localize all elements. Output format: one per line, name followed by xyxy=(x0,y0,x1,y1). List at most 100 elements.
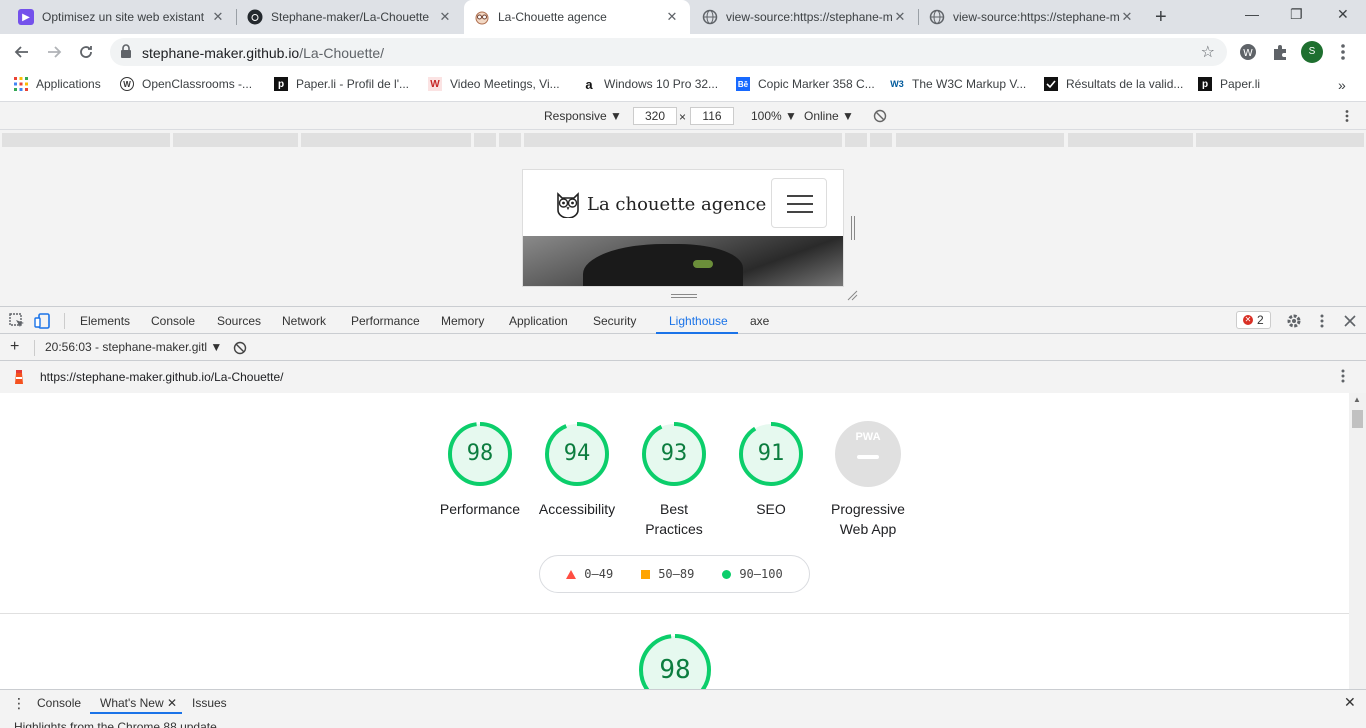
bookmark-item[interactable]: Bē Copic Marker 358 C... xyxy=(736,77,875,91)
score-gauge-performance[interactable]: 98 Performance xyxy=(432,421,528,519)
tab-memory[interactable]: Memory xyxy=(441,314,484,328)
bookmarks-bar: Applications W OpenClassrooms -... p Pap… xyxy=(0,70,1366,102)
rotate-disabled-icon[interactable] xyxy=(873,109,887,123)
pass-circle-icon xyxy=(722,569,732,579)
media-query-segment[interactable] xyxy=(1068,133,1193,147)
back-button[interactable] xyxy=(10,40,34,64)
report-menu-icon[interactable] xyxy=(1336,368,1350,384)
close-window-button[interactable]: ✕ xyxy=(1337,6,1349,23)
browser-tab-active[interactable]: La-Chouette agence ✕ xyxy=(464,0,690,34)
address-bar[interactable]: stephane-maker.github.io/La-Chouette/ ☆ xyxy=(110,38,1227,66)
close-tab-icon[interactable]: ✕ xyxy=(664,9,680,25)
performance-section-gauge[interactable]: 98 xyxy=(638,633,712,689)
forward-button[interactable] xyxy=(42,40,66,64)
viewport-corner-resize-handle[interactable] xyxy=(846,289,858,301)
new-tab-button[interactable]: + xyxy=(1155,6,1167,29)
browser-tab[interactable]: Stephane-maker/La-Chouette ✕ xyxy=(237,0,463,34)
network-throttle-select[interactable]: Online ▼ xyxy=(804,109,854,123)
media-query-segment[interactable] xyxy=(2,133,170,147)
drawer-tab-whats-new[interactable]: What's New ✕ xyxy=(100,696,177,710)
close-devtools-icon[interactable] xyxy=(1341,312,1359,330)
maximize-button[interactable]: ❐ xyxy=(1290,6,1303,23)
minimize-button[interactable]: — xyxy=(1245,6,1259,22)
close-tab-icon[interactable]: ✕ xyxy=(892,9,908,25)
new-report-button[interactable]: + xyxy=(10,338,19,356)
tab-axe[interactable]: axe xyxy=(750,314,769,328)
media-query-segment[interactable] xyxy=(301,133,471,147)
tab-console[interactable]: Console xyxy=(151,314,195,328)
site-brand[interactable]: La chouette agence xyxy=(555,190,766,218)
media-query-segment[interactable] xyxy=(474,133,496,147)
bookmark-item[interactable]: Résultats de la valid... xyxy=(1044,77,1183,91)
wordpress-extension-icon[interactable]: W xyxy=(1238,42,1258,62)
zoom-select[interactable]: 100% ▼ xyxy=(751,109,797,123)
tab-network[interactable]: Network xyxy=(282,314,326,328)
score-gauge-accessibility[interactable]: 94 Accessibility xyxy=(529,421,625,519)
viewport-height-resize-handle[interactable] xyxy=(671,294,697,298)
bookmark-star-icon[interactable]: ☆ xyxy=(1201,42,1215,62)
scrollbar-thumb[interactable] xyxy=(1352,410,1363,428)
score-gauge-best-practices[interactable]: 93 Best Practices xyxy=(626,421,722,539)
media-query-segment[interactable] xyxy=(870,133,892,147)
inspect-element-icon[interactable] xyxy=(8,312,26,330)
bookmark-item[interactable]: p Paper.li xyxy=(1198,77,1260,91)
browser-tab[interactable]: ▶ Optimisez un site web existant ✕ xyxy=(8,0,236,34)
media-query-bar xyxy=(0,130,1366,148)
device-toggle-icon[interactable] xyxy=(34,312,52,330)
bookmark-item[interactable]: W3 The W3C Markup V... xyxy=(890,77,1026,91)
close-tab-icon[interactable]: ✕ xyxy=(210,9,226,25)
viewport-width-input[interactable]: 320 xyxy=(633,107,677,125)
emulated-viewport-area: La chouette agence xyxy=(0,148,1366,306)
hamburger-line xyxy=(787,203,813,205)
device-toolbar: Responsive ▼ 320 × 116 100% ▼ Online ▼ xyxy=(0,102,1366,130)
report-scrollbar[interactable]: ▲ xyxy=(1349,393,1366,689)
tab-lighthouse[interactable]: Lighthouse xyxy=(669,314,728,328)
browser-menu-icon[interactable] xyxy=(1333,42,1353,62)
close-drawer-tab-icon[interactable]: ✕ xyxy=(167,696,177,710)
bookmark-item[interactable]: W Video Meetings, Vi... xyxy=(428,77,560,91)
media-query-segment[interactable] xyxy=(524,133,842,147)
settings-gear-icon[interactable] xyxy=(1285,312,1303,330)
media-query-segment[interactable] xyxy=(173,133,298,147)
tab-sources[interactable]: Sources xyxy=(217,314,261,328)
devtools-menu-icon[interactable] xyxy=(1313,312,1331,330)
extensions-puzzle-icon[interactable] xyxy=(1270,42,1290,62)
tab-elements[interactable]: Elements xyxy=(80,314,130,328)
media-query-segment[interactable] xyxy=(499,133,521,147)
report-url[interactable]: https://stephane-maker.github.io/La-Chou… xyxy=(40,370,284,384)
device-toolbar-menu-icon[interactable] xyxy=(1340,109,1354,123)
close-drawer-icon[interactable]: ✕ xyxy=(1344,694,1356,711)
media-query-segment[interactable] xyxy=(845,133,867,147)
report-selector[interactable]: 20:56:03 - stephane-maker.gitl ▼ xyxy=(45,340,222,354)
browser-tab[interactable]: view-source:https://stephane-m ✕ xyxy=(919,0,1145,34)
address-url: stephane-maker.github.io/La-Chouette/ xyxy=(142,45,385,61)
bookmark-item[interactable]: W OpenClassrooms -... xyxy=(120,77,252,91)
scroll-up-icon[interactable]: ▲ xyxy=(1353,395,1361,404)
media-query-segment[interactable] xyxy=(896,133,1064,147)
viewport-width-resize-handle[interactable] xyxy=(851,216,855,240)
score-gauge-pwa[interactable]: PWA Progressive Web App xyxy=(820,421,916,539)
browser-tab[interactable]: view-source:https://stephane-m ✕ xyxy=(692,0,918,34)
bookmarks-overflow-button[interactable]: » xyxy=(1338,77,1346,93)
tab-security[interactable]: Security xyxy=(593,314,636,328)
tab-performance[interactable]: Performance xyxy=(351,314,420,328)
clear-reports-icon[interactable] xyxy=(233,341,247,355)
tab-application[interactable]: Application xyxy=(509,314,568,328)
close-tab-icon[interactable]: ✕ xyxy=(437,9,453,25)
close-tab-icon[interactable]: ✕ xyxy=(1119,9,1135,25)
bookmark-item[interactable]: a Windows 10 Pro 32... xyxy=(582,77,718,92)
reload-button[interactable] xyxy=(74,40,98,64)
drawer-tab-console[interactable]: Console xyxy=(37,696,81,710)
drawer-tab-issues[interactable]: Issues xyxy=(192,696,227,710)
bookmark-item[interactable]: p Paper.li - Profil de l'... xyxy=(274,77,409,91)
paperli-icon: p xyxy=(274,77,288,91)
error-count-badge[interactable]: ✕ 2 xyxy=(1236,311,1271,329)
drawer-menu-icon[interactable]: ⋮ xyxy=(12,695,26,712)
score-gauge-seo[interactable]: 91 SEO xyxy=(723,421,819,519)
viewport-height-input[interactable]: 116 xyxy=(690,107,734,125)
profile-avatar[interactable]: S xyxy=(1301,41,1323,63)
hamburger-menu-button[interactable] xyxy=(771,178,827,228)
media-query-segment[interactable] xyxy=(1196,133,1364,147)
device-mode-select[interactable]: Responsive ▼ xyxy=(544,109,622,123)
bookmark-item[interactable]: Applications xyxy=(14,77,101,91)
